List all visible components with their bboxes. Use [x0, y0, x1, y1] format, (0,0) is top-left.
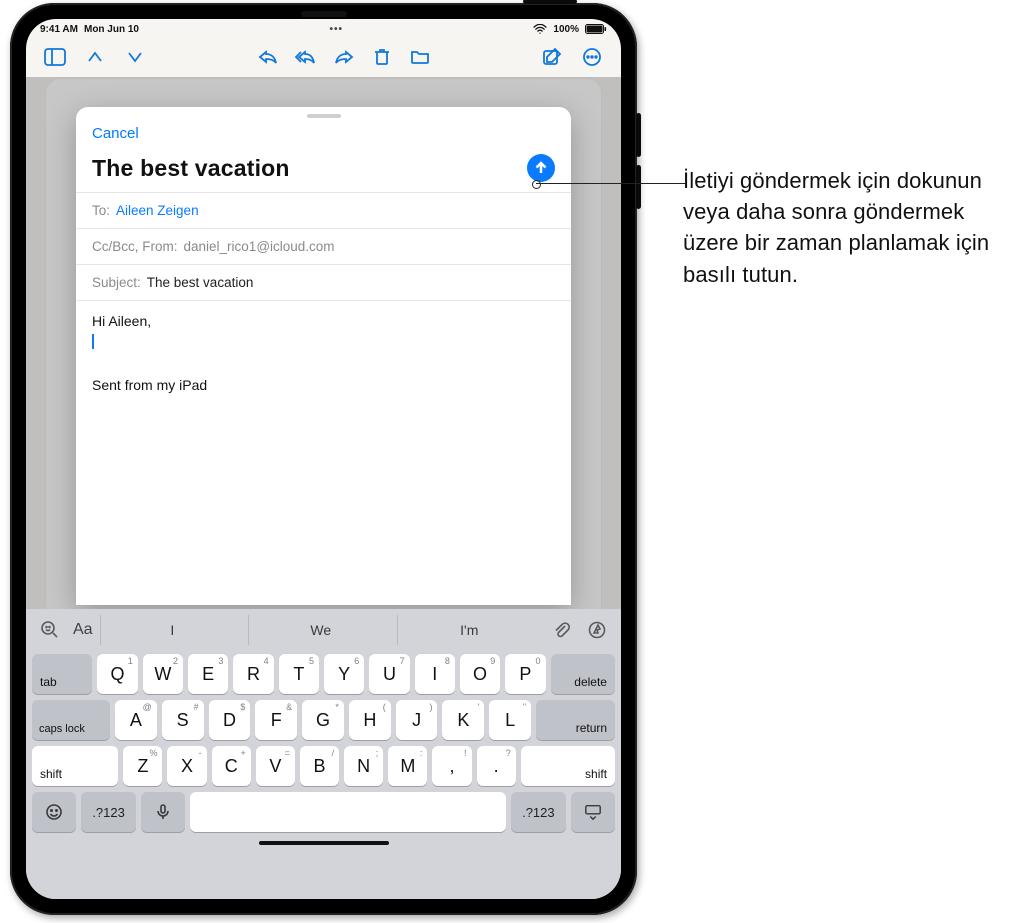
shift-key-right[interactable]: shift: [521, 746, 615, 786]
spacebar-key[interactable]: [190, 792, 506, 832]
numsym-key-right[interactable]: .?123: [511, 792, 565, 832]
key-i[interactable]: 8I: [415, 654, 455, 694]
wifi-icon: [533, 24, 547, 34]
keyboard-row-1: tab 1Q 2W 3E 4R 5T 6Y 7U 8I 9O 0P delete: [26, 651, 621, 697]
from-value: daniel_rico1@icloud.com: [184, 239, 335, 254]
to-field[interactable]: To: Aileen Zeigen: [76, 192, 571, 228]
text-cursor: [92, 334, 94, 349]
shift-key-left[interactable]: shift: [32, 746, 118, 786]
ipad-screen: 9:41 AM Mon Jun 10 ••• 100%: [26, 19, 621, 899]
markup-icon[interactable]: [581, 615, 613, 645]
sheet-drag-handle[interactable]: [307, 114, 341, 118]
key-g[interactable]: *G: [302, 700, 344, 740]
ccbcc-from-label: Cc/Bcc, From:: [92, 239, 178, 254]
callout-text: İletiyi göndermek için dokunun veya daha…: [683, 165, 1003, 290]
key-c[interactable]: +C: [212, 746, 251, 786]
suggestion-2[interactable]: We: [248, 615, 392, 645]
delete-key[interactable]: delete: [551, 654, 615, 694]
key-w[interactable]: 2W: [143, 654, 183, 694]
reply-button[interactable]: [251, 42, 285, 72]
power-button: [523, 0, 577, 4]
key-a[interactable]: @A: [115, 700, 157, 740]
body-signature: Sent from my iPad: [92, 377, 555, 393]
keyboard-row-2: caps lock @A #S $D &F *G (H )J 'K "L ret…: [26, 697, 621, 743]
capslock-key[interactable]: caps lock: [32, 700, 110, 740]
home-indicator[interactable]: [259, 841, 389, 845]
subject-label: Subject:: [92, 275, 141, 290]
dismiss-keyboard-key[interactable]: [571, 792, 615, 832]
ccbcc-from-field[interactable]: Cc/Bcc, From: daniel_rico1@icloud.com: [76, 228, 571, 264]
key-k[interactable]: 'K: [442, 700, 484, 740]
key-j[interactable]: )J: [396, 700, 438, 740]
body-greeting: Hi Aileen,: [92, 313, 555, 329]
key-s[interactable]: #S: [162, 700, 204, 740]
trash-button[interactable]: [365, 42, 399, 72]
key-u[interactable]: 7U: [369, 654, 409, 694]
more-options-button[interactable]: [575, 42, 609, 72]
to-label: To:: [92, 203, 110, 218]
suggestion-3[interactable]: I'm: [397, 615, 541, 645]
key-b[interactable]: /B: [300, 746, 339, 786]
move-folder-button[interactable]: [403, 42, 437, 72]
subject-value: The best vacation: [147, 275, 254, 290]
battery-percent: 100%: [553, 24, 579, 35]
battery-icon: [585, 24, 607, 34]
forward-button[interactable]: [327, 42, 361, 72]
status-more-icon: •••: [329, 24, 343, 35]
key-y[interactable]: 6Y: [324, 654, 364, 694]
dictation-key[interactable]: [141, 792, 185, 832]
subject-field[interactable]: Subject: The best vacation: [76, 264, 571, 300]
key-h[interactable]: (H: [349, 700, 391, 740]
prev-message-button[interactable]: [78, 42, 112, 72]
key-comma[interactable]: !,: [432, 746, 471, 786]
cancel-button[interactable]: Cancel: [92, 125, 139, 142]
key-t[interactable]: 5T: [279, 654, 319, 694]
emoji-key[interactable]: [32, 792, 76, 832]
onscreen-keyboard: Aa I We I'm tab 1Q 2W 3E 4R: [26, 609, 621, 899]
compose-button[interactable]: [535, 42, 569, 72]
attachment-icon[interactable]: [545, 615, 577, 645]
status-date: Mon Jun 10: [84, 24, 139, 35]
volume-up-button: [636, 113, 641, 157]
key-x[interactable]: -X: [167, 746, 206, 786]
key-period[interactable]: ?.: [477, 746, 516, 786]
status-bar: 9:41 AM Mon Jun 10 ••• 100%: [26, 19, 621, 37]
text-format-button[interactable]: Aa: [70, 621, 96, 639]
key-n[interactable]: ;N: [344, 746, 383, 786]
key-l[interactable]: "L: [489, 700, 531, 740]
key-q[interactable]: 1Q: [97, 654, 137, 694]
emoji-search-icon[interactable]: [34, 615, 66, 645]
keyboard-row-3: shift %Z -X +C =V /B ;N :M !, ?. shift: [26, 743, 621, 789]
tab-key[interactable]: tab: [32, 654, 92, 694]
ipad-device-frame: 9:41 AM Mon Jun 10 ••• 100%: [10, 3, 637, 915]
key-m[interactable]: :M: [388, 746, 427, 786]
key-v[interactable]: =V: [256, 746, 295, 786]
compose-title: The best vacation: [92, 155, 290, 182]
status-time: 9:41 AM: [40, 24, 78, 35]
mail-toolbar: [26, 37, 621, 77]
suggestion-bar: Aa I We I'm: [26, 609, 621, 651]
return-key[interactable]: return: [536, 700, 615, 740]
message-body[interactable]: Hi Aileen, Sent from my iPad: [76, 300, 571, 605]
key-z[interactable]: %Z: [123, 746, 162, 786]
key-e[interactable]: 3E: [188, 654, 228, 694]
suggestion-1[interactable]: I: [100, 615, 244, 645]
key-r[interactable]: 4R: [233, 654, 273, 694]
keyboard-row-4: .?123 .?123: [26, 789, 621, 835]
sidebar-toggle-button[interactable]: [38, 42, 72, 72]
reply-all-button[interactable]: [289, 42, 323, 72]
ipad-camera-notch: [301, 11, 347, 17]
volume-down-button: [636, 165, 641, 209]
key-f[interactable]: &F: [255, 700, 297, 740]
key-d[interactable]: $D: [209, 700, 251, 740]
to-value[interactable]: Aileen Zeigen: [116, 203, 199, 218]
next-message-button[interactable]: [118, 42, 152, 72]
compose-sheet: Cancel The best vacation To: Aileen Zeig…: [76, 107, 571, 605]
callout-leader-line: [536, 183, 686, 184]
numsym-key-left[interactable]: .?123: [81, 792, 135, 832]
send-button[interactable]: [527, 154, 555, 182]
key-p[interactable]: 0P: [505, 654, 545, 694]
key-o[interactable]: 9O: [460, 654, 500, 694]
